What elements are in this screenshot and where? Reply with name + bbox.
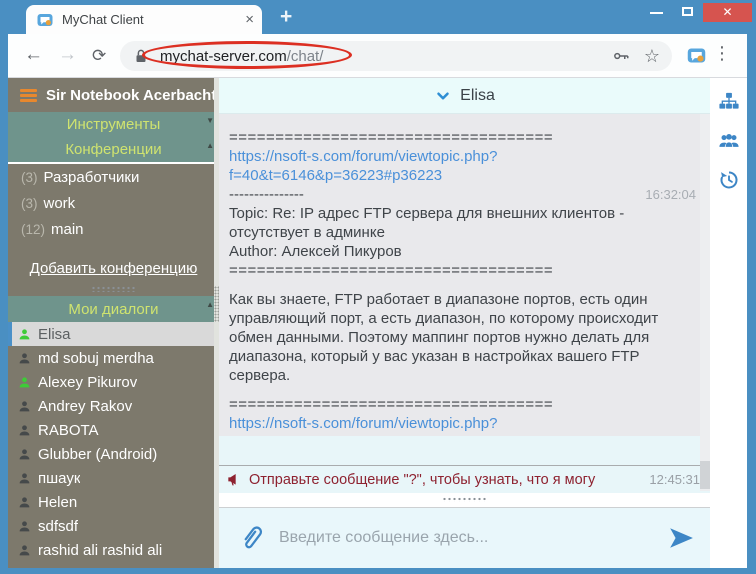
- browser-window: MyChat Client × + ✕ ← → ⟳ mychat-server.…: [0, 0, 756, 574]
- collapse-up-icon[interactable]: ▲: [206, 300, 214, 309]
- contact-item[interactable]: Andrey Rakov: [8, 394, 219, 418]
- contact-item[interactable]: md sobuj merdha: [8, 346, 219, 370]
- new-message-highlight: [219, 436, 710, 465]
- input-splitter[interactable]: [219, 493, 710, 507]
- user-offline-icon: [19, 352, 30, 363]
- url-host: mychat-server.com: [160, 47, 287, 65]
- minimize-button[interactable]: [650, 12, 663, 14]
- conference-item[interactable]: (3) work: [8, 190, 219, 216]
- bookmark-star-icon[interactable]: ☆: [644, 46, 660, 67]
- page-content: Sir Notebook Acerbacht Инструменты ▼ Кон…: [8, 78, 747, 568]
- conference-count: (3): [21, 169, 38, 185]
- user-offline-icon: [19, 520, 30, 531]
- collapse-down-icon[interactable]: ▼: [206, 116, 214, 125]
- chat-peer-name: Elisa: [460, 86, 495, 104]
- right-toolbar: [710, 78, 747, 568]
- navigation-bar: ← → ⟳ mychat-server.com/chat/ ☆ ⋮: [8, 34, 747, 78]
- url-path: /chat/: [286, 47, 324, 65]
- forum-link-top[interactable]: https://nsoft-s.com/forum/viewtopic.php?…: [229, 147, 531, 185]
- conference-item[interactable]: (12) main: [8, 216, 219, 242]
- send-icon[interactable]: [668, 525, 694, 551]
- chat-header[interactable]: Elisa: [219, 78, 710, 114]
- contact-item[interactable]: sdfsdf: [8, 514, 219, 538]
- contact-item[interactable]: RABOTA: [8, 418, 219, 442]
- message-separator: ===================================: [229, 262, 554, 279]
- sidebar-section-dialogs[interactable]: Мои диалоги ▲: [8, 296, 219, 322]
- user-offline-icon: [19, 424, 30, 435]
- address-bar[interactable]: mychat-server.com/chat/ ☆: [120, 41, 672, 71]
- conference-item[interactable]: (3) Разработчики: [8, 164, 219, 190]
- password-key-icon[interactable]: [612, 47, 630, 65]
- contact-item[interactable]: Helen: [8, 490, 219, 514]
- sidebar: Sir Notebook Acerbacht Инструменты ▼ Кон…: [8, 78, 219, 568]
- message-compose-area: [219, 507, 710, 568]
- conference-name: work: [43, 194, 76, 212]
- message-timestamp: 16:32:04: [645, 187, 696, 202]
- megaphone-icon: [228, 473, 236, 485]
- bot-announcement: Отправьте сообщение "?", чтобы узнать, ч…: [219, 465, 710, 493]
- tab-title: MyChat Client: [62, 12, 144, 27]
- announcement-timestamp: 12:45:31: [649, 472, 700, 487]
- sidebar-section-tools[interactable]: Инструменты ▼: [8, 112, 219, 137]
- current-user-name: Sir Notebook Acerbacht: [46, 86, 217, 104]
- menu-hamburger-icon[interactable]: [20, 88, 37, 102]
- message-history[interactable]: =================================== http…: [219, 114, 710, 436]
- sidebar-section-conferences[interactable]: Конференции ▲: [8, 137, 219, 162]
- message-dashes: --------------- 16:32:04: [229, 186, 696, 203]
- collapse-up-icon[interactable]: ▲: [206, 141, 214, 150]
- chat-panel: Elisa ==================================…: [219, 78, 710, 568]
- message-body: Как вы знаете, FTP работает в диапазоне …: [229, 291, 659, 384]
- back-button[interactable]: ←: [24, 44, 43, 66]
- message-author: Author: Алексей Пикуров: [229, 243, 402, 260]
- user-online-icon: [19, 376, 30, 387]
- browser-menu-icon[interactable]: ⋮: [713, 43, 731, 64]
- user-offline-icon: [19, 400, 30, 411]
- conference-tree-icon[interactable]: [718, 92, 739, 112]
- user-offline-icon: [19, 496, 30, 507]
- contacts-group-icon[interactable]: [718, 131, 739, 151]
- announcement-text: Отправьте сообщение "?", чтобы узнать, ч…: [249, 471, 596, 488]
- contact-item[interactable]: rashid ali rashid ali: [8, 538, 219, 562]
- window-close-button[interactable]: ✕: [703, 3, 752, 22]
- maximize-button[interactable]: [682, 7, 693, 16]
- chat-scrollbar-thumb[interactable]: [700, 461, 710, 489]
- lock-icon: [136, 49, 146, 62]
- message-input[interactable]: [279, 529, 654, 547]
- user-offline-icon: [19, 472, 30, 483]
- tab-close-icon[interactable]: ×: [245, 12, 254, 27]
- new-tab-button[interactable]: +: [280, 5, 292, 29]
- contact-item[interactable]: Glubber (Android): [8, 442, 219, 466]
- forum-link-bottom[interactable]: https://nsoft-s.com/forum/viewtopic.php?…: [229, 414, 531, 436]
- splitter-handle[interactable]: [441, 497, 488, 502]
- browser-tab[interactable]: MyChat Client ×: [26, 5, 262, 34]
- contact-item-selected[interactable]: Elisa: [8, 322, 219, 346]
- attach-paperclip-icon[interactable]: [233, 521, 267, 555]
- conference-name: main: [51, 220, 84, 238]
- mychat-favicon-icon: [37, 13, 53, 26]
- history-icon[interactable]: [719, 170, 739, 190]
- conference-count: (12): [21, 221, 46, 237]
- reload-button[interactable]: ⟳: [92, 46, 106, 66]
- forward-button: →: [58, 44, 77, 65]
- contact-item[interactable]: пшаук: [8, 466, 219, 490]
- title-bar: MyChat Client × + ✕: [8, 0, 752, 34]
- mychat-extension-icon[interactable]: [686, 45, 707, 66]
- sidebar-header: Sir Notebook Acerbacht: [8, 78, 219, 112]
- user-offline-icon: [19, 544, 30, 555]
- conference-count: (3): [21, 195, 38, 211]
- chat-scrollbar[interactable]: [700, 114, 710, 491]
- message-topic: Topic: Re: IP адрес FTP сервера для внеш…: [229, 205, 625, 241]
- message-separator: ===================================: [229, 129, 554, 146]
- user-offline-icon: [19, 448, 30, 459]
- add-conference-link[interactable]: Добавить конференцию: [8, 257, 219, 281]
- contact-item[interactable]: Alexey Pikurov: [8, 370, 219, 394]
- conference-name: Разработчики: [43, 168, 140, 186]
- sidebar-splitter-handle[interactable]: [90, 286, 137, 292]
- message-separator: ===================================: [229, 396, 554, 413]
- user-online-icon: [19, 328, 30, 339]
- chevron-down-icon[interactable]: [434, 87, 452, 105]
- url-text[interactable]: mychat-server.com/chat/: [160, 48, 612, 65]
